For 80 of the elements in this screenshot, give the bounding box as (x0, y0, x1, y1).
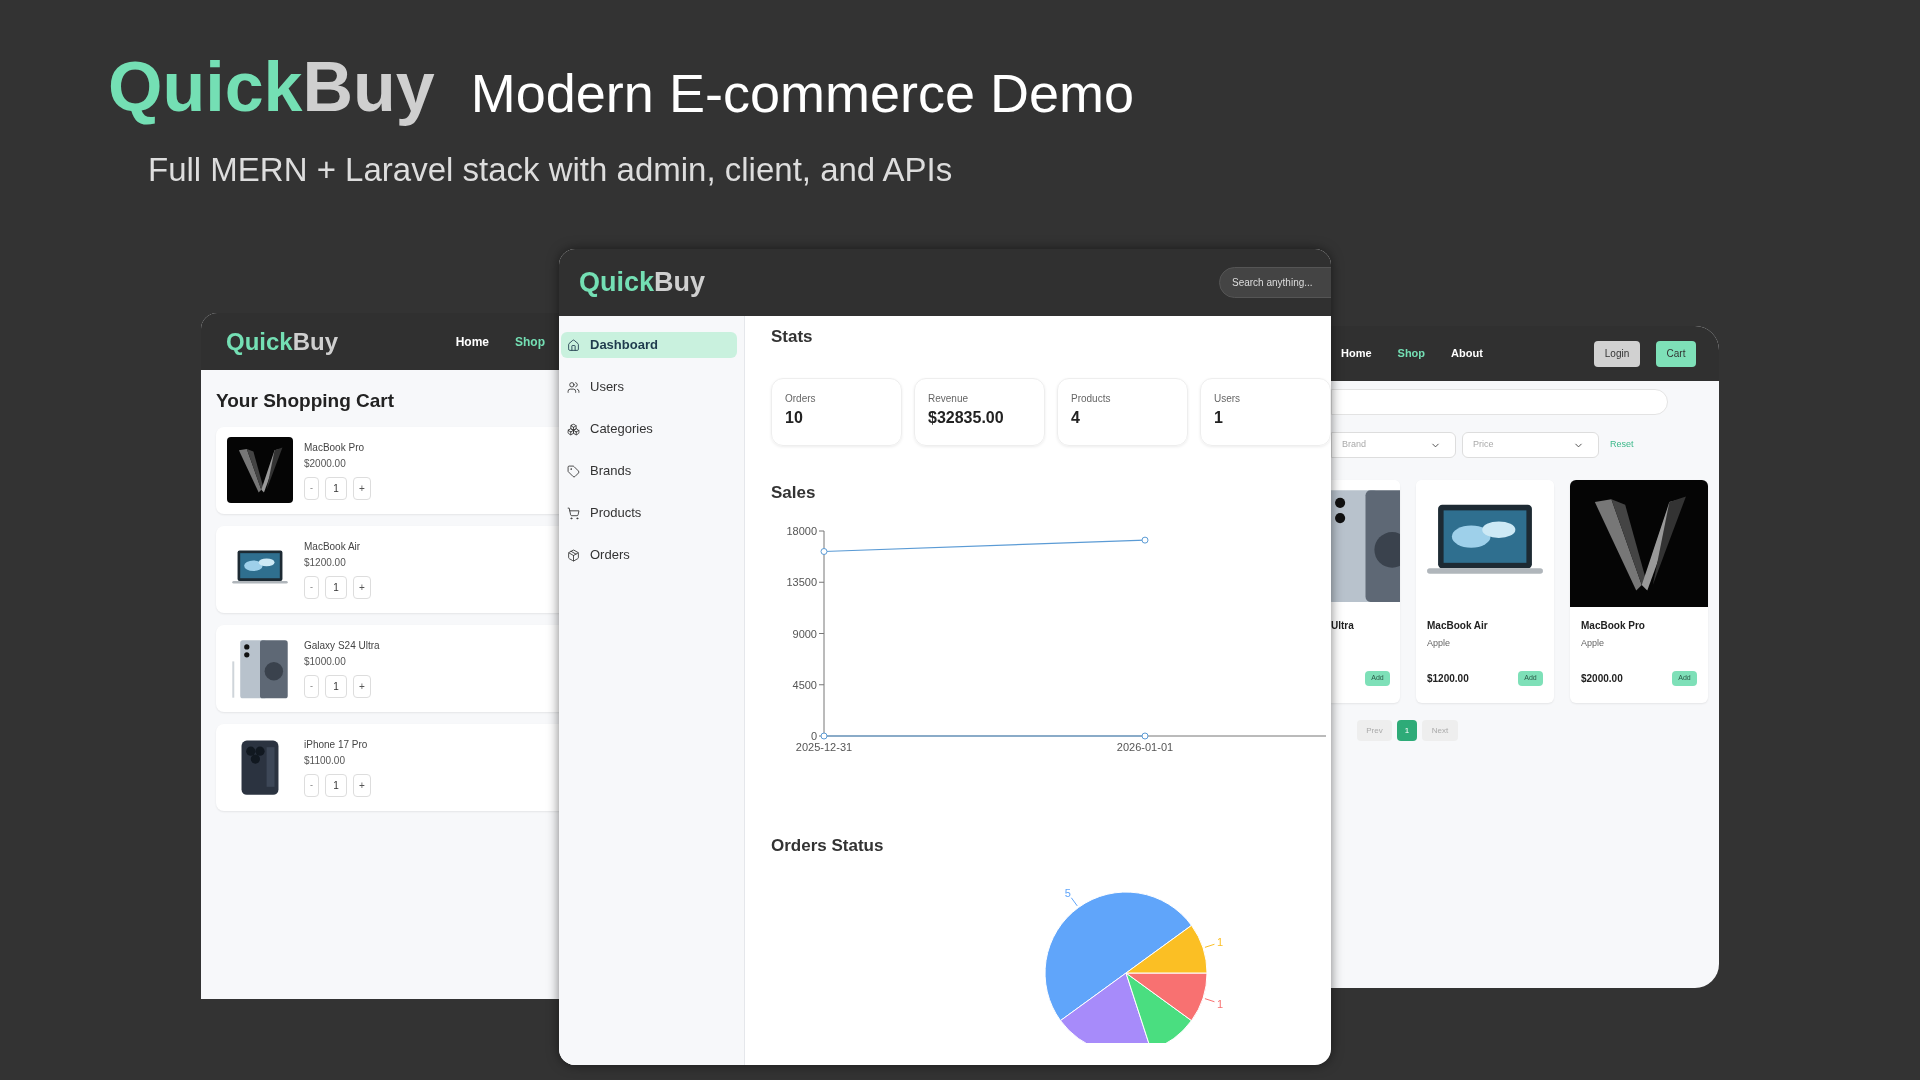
login-button[interactable]: Login (1594, 340, 1640, 367)
decrease-button[interactable]: - (304, 774, 319, 797)
y-tick-label: 13500 (786, 576, 817, 589)
product-name: MacBook Pro (1581, 619, 1646, 633)
search-field[interactable]: Search anything... (1219, 267, 1331, 298)
sidebar-item[interactable]: Categories (561, 416, 737, 442)
product-price: $1000.00 (304, 655, 347, 669)
tag-icon (567, 464, 580, 478)
sidebar-item[interactable]: Brands (561, 458, 737, 484)
sidebar-item[interactable]: Users (561, 374, 737, 400)
increase-button[interactable]: + (353, 774, 371, 797)
cart-icon (567, 506, 580, 520)
product-name: MacBook Air (304, 540, 362, 554)
cart-title: Your Shopping Cart (216, 389, 396, 413)
stat-label: Revenue (928, 391, 970, 406)
product-name: iPhone 17 Pro (304, 738, 369, 752)
quantity-field[interactable]: 1 (325, 675, 347, 698)
x-tick-label: 2025-12-31 (795, 741, 853, 753)
product-price: $2000.00 (1581, 672, 1623, 686)
decrease-button[interactable]: - (304, 576, 319, 599)
sidebar-item[interactable]: Dashboard (561, 332, 737, 358)
banner-subtitle: Full MERN + Laravel stack with admin, client, and APIs (148, 150, 953, 190)
nav-link[interactable]: Home (455, 332, 489, 351)
product-name: MacBook Air (1427, 619, 1489, 633)
data-point (820, 548, 828, 555)
increase-button[interactable]: + (353, 675, 371, 698)
data-label: 1 (1217, 997, 1224, 1010)
data-point (1141, 536, 1149, 544)
leader-line (1070, 896, 1078, 906)
data-label: 1 (1217, 935, 1224, 948)
nav-link[interactable]: Shop (515, 332, 545, 351)
product-price: $1200.00 (304, 556, 347, 570)
users-icon (567, 380, 580, 394)
cart-button[interactable]: Cart (1656, 340, 1696, 367)
section-title: Stats (771, 326, 814, 348)
logo: QuickBuy (226, 329, 339, 354)
product-price: $1100.00 (304, 754, 346, 768)
data-point (1141, 732, 1149, 740)
data-label: 5 (1064, 886, 1071, 899)
quantity-field[interactable]: 1 (325, 774, 347, 797)
product-price: $2000.00 (304, 457, 347, 471)
section-title: Sales (771, 481, 817, 504)
y-tick-label: 9000 (792, 627, 817, 640)
stat-label: Orders (785, 391, 817, 406)
stat-value: 10 (785, 407, 804, 428)
quantity-field[interactable]: 1 (325, 576, 347, 599)
product-brand: Apple (1581, 637, 1606, 650)
product-name: Galaxy S24 Ultra (304, 639, 380, 653)
y-tick-label: 18000 (786, 525, 817, 537)
y-tick-label: 0 (810, 730, 817, 742)
increase-button[interactable]: + (353, 576, 371, 599)
y-tick-label: 4500 (792, 678, 817, 691)
product-name: Ultra (1331, 619, 1355, 633)
nav-link[interactable]: Home (1341, 345, 1372, 362)
boxes-icon (567, 422, 580, 436)
product-name: MacBook Pro (304, 441, 366, 455)
stat-label: Users (1214, 391, 1242, 406)
decrease-button[interactable]: - (304, 477, 319, 500)
nav-link[interactable]: About (1451, 345, 1483, 362)
logo: QuickBuy (579, 269, 706, 296)
banner-title: Modern E-commerce Demo (470, 66, 1134, 120)
increase-button[interactable]: + (353, 477, 371, 500)
x-tick-label: 2026-01-01 (1116, 741, 1174, 753)
data-point (820, 732, 828, 740)
product-price: $1200.00 (1427, 672, 1469, 686)
leader-line (1204, 943, 1215, 948)
stat-value: 1 (1214, 407, 1224, 428)
decrease-button[interactable]: - (304, 675, 319, 698)
package-icon (567, 548, 580, 562)
stat-label: Products (1071, 391, 1112, 406)
quantity-field[interactable]: 1 (325, 477, 347, 500)
stat-value: 4 (1071, 407, 1081, 428)
product-brand: Apple (1427, 637, 1452, 650)
sidebar-item[interactable]: Products (561, 500, 737, 526)
stat-value: $32835.00 (928, 407, 1005, 428)
sidebar-item[interactable]: Orders (561, 542, 737, 568)
section-title: Orders Status (771, 835, 885, 857)
home-icon (567, 338, 580, 352)
leader-line (1204, 997, 1215, 1002)
nav-link[interactable]: Shop (1397, 345, 1426, 362)
